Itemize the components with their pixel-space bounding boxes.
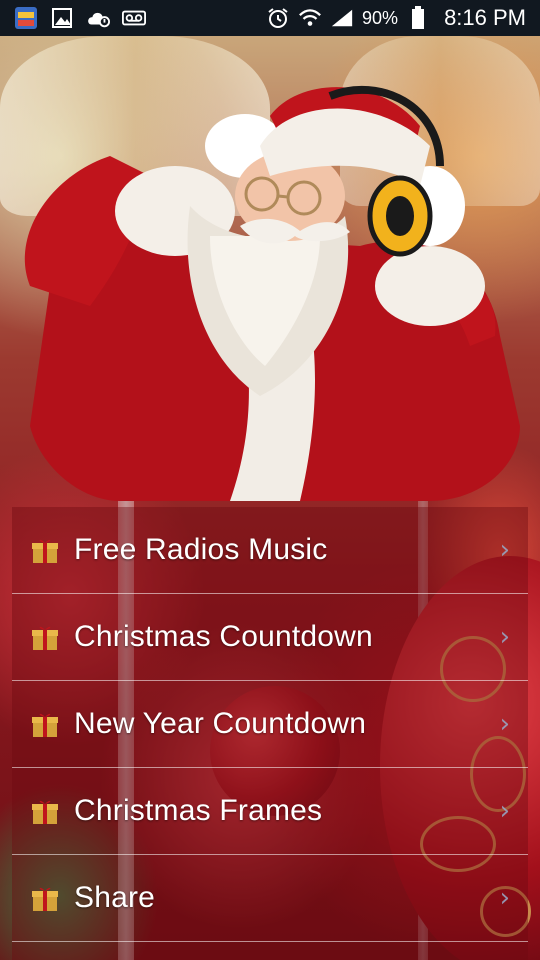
chevron-right-icon: › [499, 709, 510, 739]
chevron-right-icon: › [499, 535, 510, 565]
chevron-right-icon: › [499, 622, 510, 652]
main-menu: Free Radios Music › Christmas Countdown … [12, 507, 528, 960]
menu-item-share[interactable]: Share › [12, 855, 528, 942]
menu-item-label: Christmas Frames [74, 794, 323, 827]
menu-item-christmas-countdown[interactable]: Christmas Countdown › [12, 594, 528, 681]
image-icon [50, 6, 74, 30]
menu-item-label: New Year Countdown [74, 707, 367, 740]
gift-icon [32, 626, 58, 650]
battery-percent: 90% [362, 7, 399, 28]
chevron-right-icon: › [499, 883, 510, 913]
gift-icon [32, 800, 58, 824]
chevron-right-icon: › [499, 796, 510, 826]
cloud-alert-icon [86, 6, 110, 30]
app-icon [14, 6, 38, 30]
signal-icon [330, 6, 354, 30]
voicemail-icon [122, 6, 146, 30]
menu-item-new-year-countdown[interactable]: New Year Countdown › [12, 681, 528, 768]
gift-icon [32, 713, 58, 737]
menu-item-label: Free Radios Music [74, 533, 328, 566]
status-bar: 90% 8:16 PM [0, 0, 540, 36]
clock: 8:16 PM [444, 5, 526, 30]
wifi-icon [298, 6, 322, 30]
menu-item-free-radios-music[interactable]: Free Radios Music › [12, 507, 528, 594]
menu-item-label: Christmas Countdown [74, 620, 373, 653]
menu-item-label: Share [74, 881, 156, 914]
menu-item-christmas-frames[interactable]: Christmas Frames › [12, 768, 528, 855]
battery-icon [406, 6, 430, 30]
gift-icon [32, 887, 58, 911]
alarm-icon [266, 6, 290, 30]
santa-illustration [24, 85, 520, 501]
gift-icon [32, 539, 58, 563]
